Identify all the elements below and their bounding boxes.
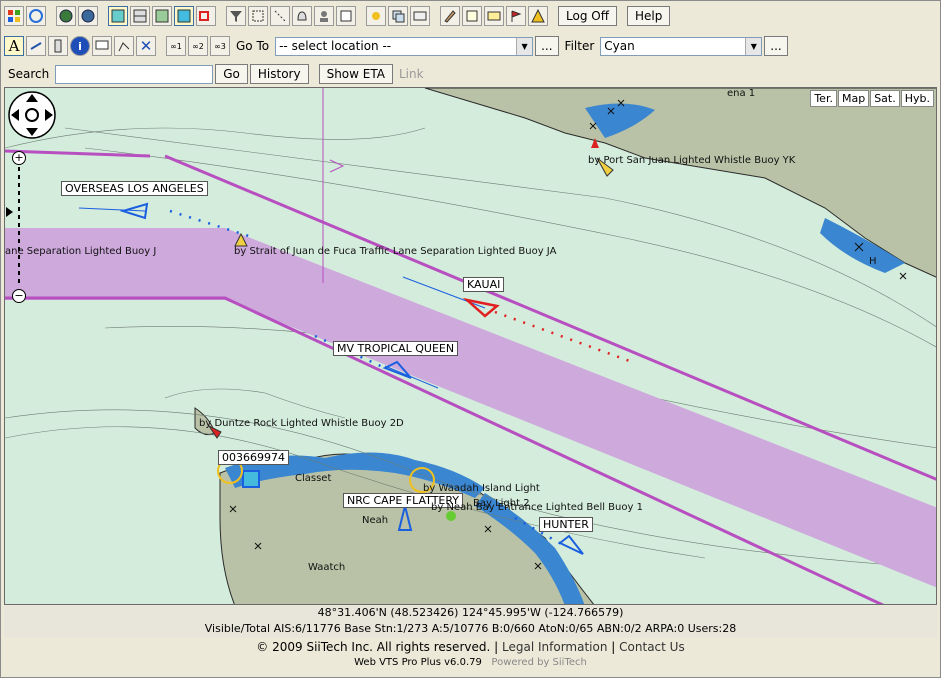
chain-icon: ∞ xyxy=(214,41,221,51)
edit-icon[interactable] xyxy=(440,6,460,26)
sun-icon[interactable] xyxy=(366,6,386,26)
map-canvas xyxy=(5,88,936,604)
message-icon[interactable] xyxy=(484,6,504,26)
info-icon[interactable]: i xyxy=(70,36,90,56)
main-toolbar: Log Off Help xyxy=(4,3,671,29)
map-type-map[interactable]: Map xyxy=(837,90,870,107)
copyright-text: © 2009 SiiTech Inc. All rights reserved. xyxy=(256,640,491,654)
google-icon[interactable] xyxy=(26,6,46,26)
tools-toolbar: A i ✕ ∞ 1 ∞ 2 ∞ 3 Go To -- select location … xyxy=(4,33,788,59)
filter-label: Filter xyxy=(564,39,595,53)
windows-icon[interactable] xyxy=(4,6,24,26)
vessel-label[interactable]: HUNTER xyxy=(539,517,593,532)
search-input[interactable] xyxy=(55,64,214,84)
buoy-label: by Neah Bay Entrance Lighted Bell Buoy 1 xyxy=(431,502,643,513)
map-view[interactable]: + − Ter. Map Sat. Hyb. OVERSEAS LOS ANGE… xyxy=(4,87,937,605)
go-button[interactable]: Go xyxy=(215,64,248,84)
measure-icon[interactable] xyxy=(26,36,46,56)
layer-grid-icon[interactable] xyxy=(130,6,150,26)
map-type-terrain[interactable]: Ter. xyxy=(810,90,837,107)
vessel-kauai xyxy=(462,297,500,318)
search-toolbar: Search Go History Show ETA Link xyxy=(4,61,428,87)
zoom-slider[interactable]: + − xyxy=(6,151,26,303)
buoy-label: by Waadah Island Light xyxy=(423,483,540,494)
alarm-bell-icon[interactable] xyxy=(292,6,312,26)
vessel-hunter xyxy=(558,534,584,555)
copy-icon[interactable] xyxy=(388,6,408,26)
goto-select[interactable]: -- select location -- ▼ xyxy=(275,36,534,56)
select-area-icon[interactable] xyxy=(248,6,268,26)
map-type-switcher: Ter. Map Sat. Hyb. xyxy=(810,90,934,107)
powered-by-text: Powered by SiiTech xyxy=(491,657,587,668)
goto-label: Go To xyxy=(236,39,270,53)
version-footer: Web VTS Pro Plus v6.0.79 Powered by SiiT… xyxy=(4,657,937,668)
goto-more-button[interactable]: ... xyxy=(535,36,559,56)
contact-us-link[interactable]: Contact Us xyxy=(619,640,685,654)
place-label: ena 1 xyxy=(727,88,756,99)
chain-icon: ∞ xyxy=(192,41,199,51)
zoom-handle[interactable] xyxy=(6,207,13,217)
warning-icon[interactable] xyxy=(528,6,548,26)
zoom-out-icon[interactable]: − xyxy=(12,289,26,303)
buoy-label: ane Separation Lighted Buoy J xyxy=(5,246,157,257)
zoom-in-icon[interactable]: + xyxy=(12,151,26,165)
vessel-label[interactable]: 003669974 xyxy=(218,450,289,465)
place-label: Waatch xyxy=(308,562,346,573)
phone-icon[interactable] xyxy=(48,36,68,56)
vessel-counts: Visible/Total AIS:6/11776 Base Stn:1/273… xyxy=(4,622,937,638)
chevron-down-icon: ▼ xyxy=(745,37,762,55)
filter-select[interactable]: Cyan ▼ xyxy=(600,36,763,56)
note-icon[interactable] xyxy=(462,6,482,26)
link-1-button[interactable]: ∞ 1 xyxy=(166,36,186,56)
buoy-label: by Duntze Rock Lighted Whistle Buoy 2D xyxy=(199,418,404,429)
filter-more-button[interactable]: ... xyxy=(764,36,788,56)
buoy-label: by Strait of Juan de Fuca Traffic Lane S… xyxy=(234,246,557,257)
vessel-label[interactable]: OVERSEAS LOS ANGELES xyxy=(61,181,208,196)
place-label: Neah xyxy=(362,515,389,526)
report-icon[interactable] xyxy=(336,6,356,26)
flag-icon[interactable] xyxy=(506,6,526,26)
version-text: Web VTS Pro Plus v6.0.79 xyxy=(354,657,482,668)
help-button[interactable]: Help xyxy=(626,6,671,26)
chain-icon: ∞ xyxy=(170,41,177,51)
route-icon[interactable] xyxy=(114,36,134,56)
users-icon[interactable] xyxy=(314,6,334,26)
text-tool-button[interactable]: A xyxy=(4,36,24,56)
vessel-label[interactable]: KAUAI xyxy=(463,277,505,292)
layer-vessels-icon[interactable] xyxy=(174,6,194,26)
link-label: Link xyxy=(398,67,424,81)
logoff-button[interactable]: Log Off xyxy=(558,6,617,26)
display-icon[interactable] xyxy=(410,6,430,26)
globe-icon[interactable] xyxy=(56,6,76,26)
link-2-button[interactable]: ∞ 2 xyxy=(188,36,208,56)
buoy-label: by Port San Juan Lighted Whistle Buoy YK xyxy=(588,155,796,166)
filter-icon[interactable] xyxy=(226,6,246,26)
search-label: Search xyxy=(8,67,50,81)
pan-control[interactable] xyxy=(8,91,56,139)
footer-links: © 2009 SiiTech Inc. All rights reserved.… xyxy=(256,640,685,654)
comment-icon[interactable] xyxy=(92,36,112,56)
vessel-label[interactable]: MV TROPICAL QUEEN xyxy=(333,341,459,356)
layer-chart-icon[interactable] xyxy=(108,6,128,26)
coordinate-readout: 48°31.406'N (48.523426) 124°45.995'W (-1… xyxy=(4,606,937,623)
layer-terrain-icon[interactable] xyxy=(152,6,172,26)
map-type-satellite[interactable]: Sat. xyxy=(870,90,900,107)
globe-alt-icon[interactable] xyxy=(78,6,98,26)
place-label: Classet xyxy=(295,473,332,484)
link-3-button[interactable]: ∞ 3 xyxy=(210,36,230,56)
base-station-003669974 xyxy=(242,470,260,488)
layer-zones-icon[interactable] xyxy=(196,6,216,26)
track-icon[interactable] xyxy=(270,6,290,26)
show-eta-button[interactable]: Show ETA xyxy=(318,64,393,84)
chevron-down-icon: ▼ xyxy=(516,37,533,55)
history-button[interactable]: History xyxy=(249,64,309,84)
place-label: H xyxy=(869,256,877,267)
map-type-hybrid[interactable]: Hyb. xyxy=(900,90,934,107)
close-icon[interactable]: ✕ xyxy=(136,36,156,56)
legal-information-link[interactable]: Legal Information xyxy=(502,640,607,654)
